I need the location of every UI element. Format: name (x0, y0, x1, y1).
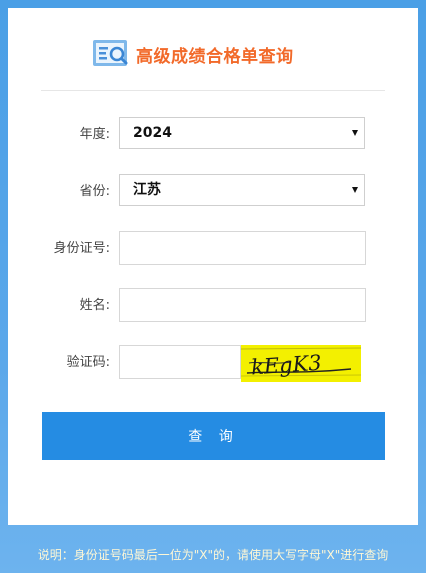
query-card: 高级成绩合格单查询 年度: 2024 省份: 江苏 身份证号: 姓名: 验证码: (8, 8, 418, 525)
year-select[interactable]: 2024 (119, 117, 365, 149)
footer-note: 说明：身份证号码最后一位为"X"的，请使用大写字母"X"进行查询 (37, 548, 389, 562)
province-label: 省份: (79, 184, 110, 199)
captcha-label: 验证码: (66, 355, 110, 370)
query-button[interactable]: 查 询 (42, 412, 385, 460)
search-document-icon (93, 40, 128, 66)
captcha-text: kEgK3 (250, 351, 322, 380)
id-number-row: 身份证号: (8, 231, 418, 267)
name-input[interactable] (119, 288, 366, 322)
name-label: 姓名: (79, 298, 110, 313)
captcha-input[interactable] (119, 345, 241, 379)
year-selected-value: 2024 (133, 125, 172, 141)
year-row: 年度: 2024 (8, 117, 418, 153)
year-label: 年度: (79, 127, 110, 142)
captcha-row: 验证码: kEgK3 (8, 345, 418, 382)
page-header: 高级成绩合格单查询 (92, 36, 294, 72)
chevron-down-icon (352, 187, 358, 193)
chevron-down-icon (352, 130, 358, 136)
province-row: 省份: 江苏 (8, 174, 418, 210)
name-row: 姓名: (8, 288, 418, 324)
province-select[interactable]: 江苏 (119, 174, 365, 206)
header-divider (41, 90, 385, 91)
page-title: 高级成绩合格单查询 (136, 46, 294, 67)
id-number-label: 身份证号: (53, 241, 110, 256)
id-number-input[interactable] (119, 231, 366, 265)
province-selected-value: 江苏 (133, 182, 161, 198)
captcha-image[interactable]: kEgK3 (241, 345, 361, 382)
captcha-graphic: kEgK3 (241, 345, 361, 382)
